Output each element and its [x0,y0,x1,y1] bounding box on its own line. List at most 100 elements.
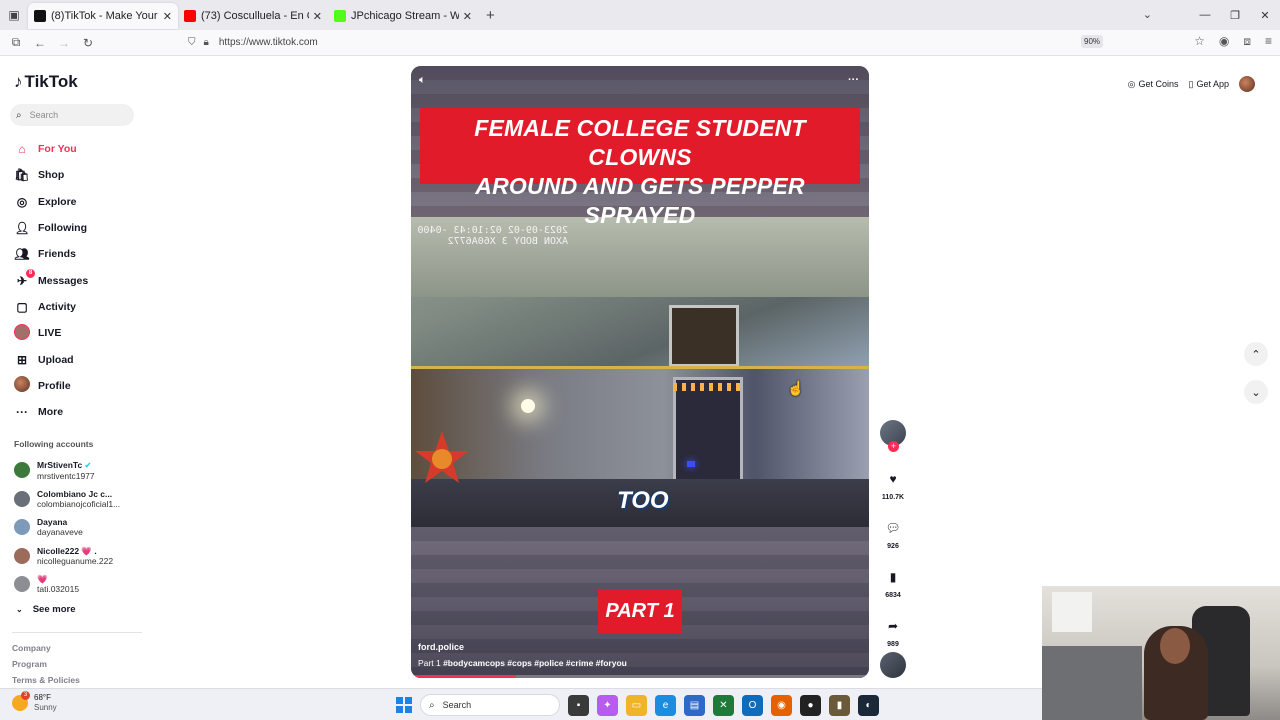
tab-title: (73) Cosculluela - En Ocasiones [201,10,309,22]
browser-tab-youtube[interactable]: (73) Cosculluela - En Ocasiones ✕ [178,3,328,29]
restore-icon[interactable]: ❐ [1220,9,1250,22]
account-name: Nicolle222 💗 . [37,545,97,556]
menu-label: More [38,406,64,419]
close-window-icon[interactable]: ✕ [1250,9,1280,22]
sidebar: ♪ TikTok ⌕ Search ⌂ For You 🛍︎ Shop ◎ Ex… [0,56,150,688]
menu-icon[interactable]: ≡ [1265,34,1272,49]
footer-link-company[interactable]: Company [12,643,80,659]
video-author[interactable]: ford.police [418,642,627,652]
copilot-icon[interactable]: ✦ [597,694,618,716]
sidebar-item-following[interactable]: 👤︎ Following [14,215,88,241]
save-button[interactable]: ▮ 6834 [879,564,907,599]
weather-widget[interactable]: 3 68°F Sunny [12,691,57,713]
get-app-button[interactable]: ▯ Get App [1189,79,1229,90]
comment-icon: 💬︎ [885,521,901,535]
get-coins-button[interactable]: ◎ Get Coins [1128,79,1179,90]
home-icon: ⌂ [18,142,26,157]
forward-arrow-icon[interactable]: → [52,36,76,50]
upload-icon: ⊞ [16,352,28,367]
sidebar-item-profile[interactable]: Profile [14,373,88,399]
footer-link-program[interactable]: Program [12,659,80,675]
browser-tab-kick[interactable]: JPchicago Stream - Watch Live o ✕ [328,3,478,29]
task-view-icon[interactable]: ▪ [568,694,589,716]
search-input[interactable]: ⌕ Search [10,104,134,126]
new-tab-icon[interactable]: + [486,7,495,24]
bookmark-star-icon[interactable]: ☆ [1194,34,1205,49]
menu-label: Friends [38,248,76,261]
account-icon[interactable]: ◉ [1219,34,1229,49]
friends-icon: 👥︎ [14,247,30,262]
tiktok-note-icon: ♪ [14,72,23,91]
browser-tab-tiktok[interactable]: (8)TikTok - Make Your Day ✕ [28,3,178,29]
video-player[interactable]: 🔈︎ ··· FEMALE COLLEGE STUDENT CLOWNS ARO… [411,66,869,678]
sidebar-item-friends[interactable]: 👥︎ Friends [14,241,88,267]
footer-links: Company Program Terms & Policies [12,643,80,691]
back-arrow-icon[interactable]: ← [28,36,52,50]
lock-icon[interactable]: 🔒︎ [204,37,209,48]
hashtags[interactable]: #bodycamcops #cops #police #crime #foryo… [443,658,627,668]
xbox-icon[interactable]: ✕ [713,694,734,716]
shield-icon[interactable]: ⛉ [188,37,196,48]
close-tab-icon[interactable]: ✕ [313,10,322,23]
tiktok-logo[interactable]: ♪ TikTok [14,72,78,92]
close-tab-icon[interactable]: ✕ [463,10,472,23]
like-button[interactable]: ♥ 110.7K [879,466,907,501]
more-options-icon[interactable]: ··· [848,74,859,86]
comment-button[interactable]: 💬︎ 926 [879,515,907,550]
minimize-icon[interactable]: — [1190,9,1220,21]
creator-avatar[interactable]: + [880,420,906,452]
address-bar[interactable]: ⛉ 🔒︎ https://www.tiktok.com [180,32,1130,54]
steam-icon[interactable]: ◐ [858,694,879,716]
sidebar-item-messages[interactable]: ✈ 8 Messages [14,267,88,293]
sidebar-item-explore[interactable]: ◎ Explore [14,189,88,215]
volume-icon[interactable]: 🔈︎ [419,74,426,87]
sidebar-toggle-icon[interactable]: ⧉ [4,35,28,50]
video-subtitle: TOO [617,487,669,514]
tab-list-icon[interactable]: ▣ [0,0,28,30]
heart-icon: ♥ [889,472,897,486]
store-icon[interactable]: ▤ [684,694,705,716]
avatar[interactable] [1239,76,1255,92]
see-more-button[interactable]: ⌄ See more [16,604,75,615]
following-account[interactable]: 💗 tati.032015 [14,570,120,599]
sound-disc-avatar[interactable] [880,652,906,678]
sidebar-item-live[interactable]: LIVE [14,320,88,346]
sidebar-item-upload[interactable]: ⊞ Upload [14,346,88,372]
sidebar-item-more[interactable]: ··· More [14,399,88,425]
windows-start-icon[interactable] [396,697,412,713]
obs-icon[interactable]: ● [800,694,821,716]
bed [1042,646,1142,720]
sidebar-item-for-you[interactable]: ⌂ For You [14,136,88,162]
video-nav: ⌃ ⌄ [1244,342,1268,418]
app-icon[interactable]: ▮ [829,694,850,716]
extensions-icon[interactable]: ⧈ [1243,34,1251,49]
weather-badge: 3 [21,691,30,700]
close-tab-icon[interactable]: ✕ [163,10,172,23]
outlook-icon[interactable]: O [742,694,763,716]
previous-video-button[interactable]: ⌃ [1244,342,1268,366]
follow-plus-icon[interactable]: + [888,441,899,452]
video-progress-bar[interactable] [411,675,869,678]
headline-line: FEMALE COLLEGE STUDENT CLOWNS [474,115,806,170]
chevron-down-icon: ⌄ [16,605,23,614]
file-explorer-icon[interactable]: ▭ [626,694,647,716]
firefox-icon[interactable]: ◉ [771,694,792,716]
divider [12,632,142,633]
next-video-button[interactable]: ⌄ [1244,380,1268,404]
zoom-level-badge[interactable]: 90% [1081,35,1104,48]
following-account[interactable]: MrStivenTc ✔ mrstiventc1977 [14,456,120,485]
share-button[interactable]: ➦ 989 [879,613,907,648]
taskbar-search[interactable]: ⌕ Search [420,694,560,716]
list-tabs-chevron-icon[interactable]: ⌄ [1143,8,1152,21]
url-text[interactable]: https://www.tiktok.com [219,37,318,48]
progress-fill [411,675,517,678]
sidebar-item-shop[interactable]: 🛍︎ Shop [14,162,88,188]
following-account[interactable]: Dayana dayanaveve [14,513,120,542]
streamer-head [1160,628,1190,664]
reload-icon[interactable]: ↻ [76,36,100,50]
following-account[interactable]: Colombiano Jc c... colombianojcoficial1.… [14,485,120,514]
edge-icon[interactable]: e [655,694,676,716]
comment-count: 926 [887,543,899,550]
sidebar-item-activity[interactable]: ▢ Activity [14,294,88,320]
following-account[interactable]: Nicolle222 💗 . nicolleguanume.222 [14,542,120,571]
